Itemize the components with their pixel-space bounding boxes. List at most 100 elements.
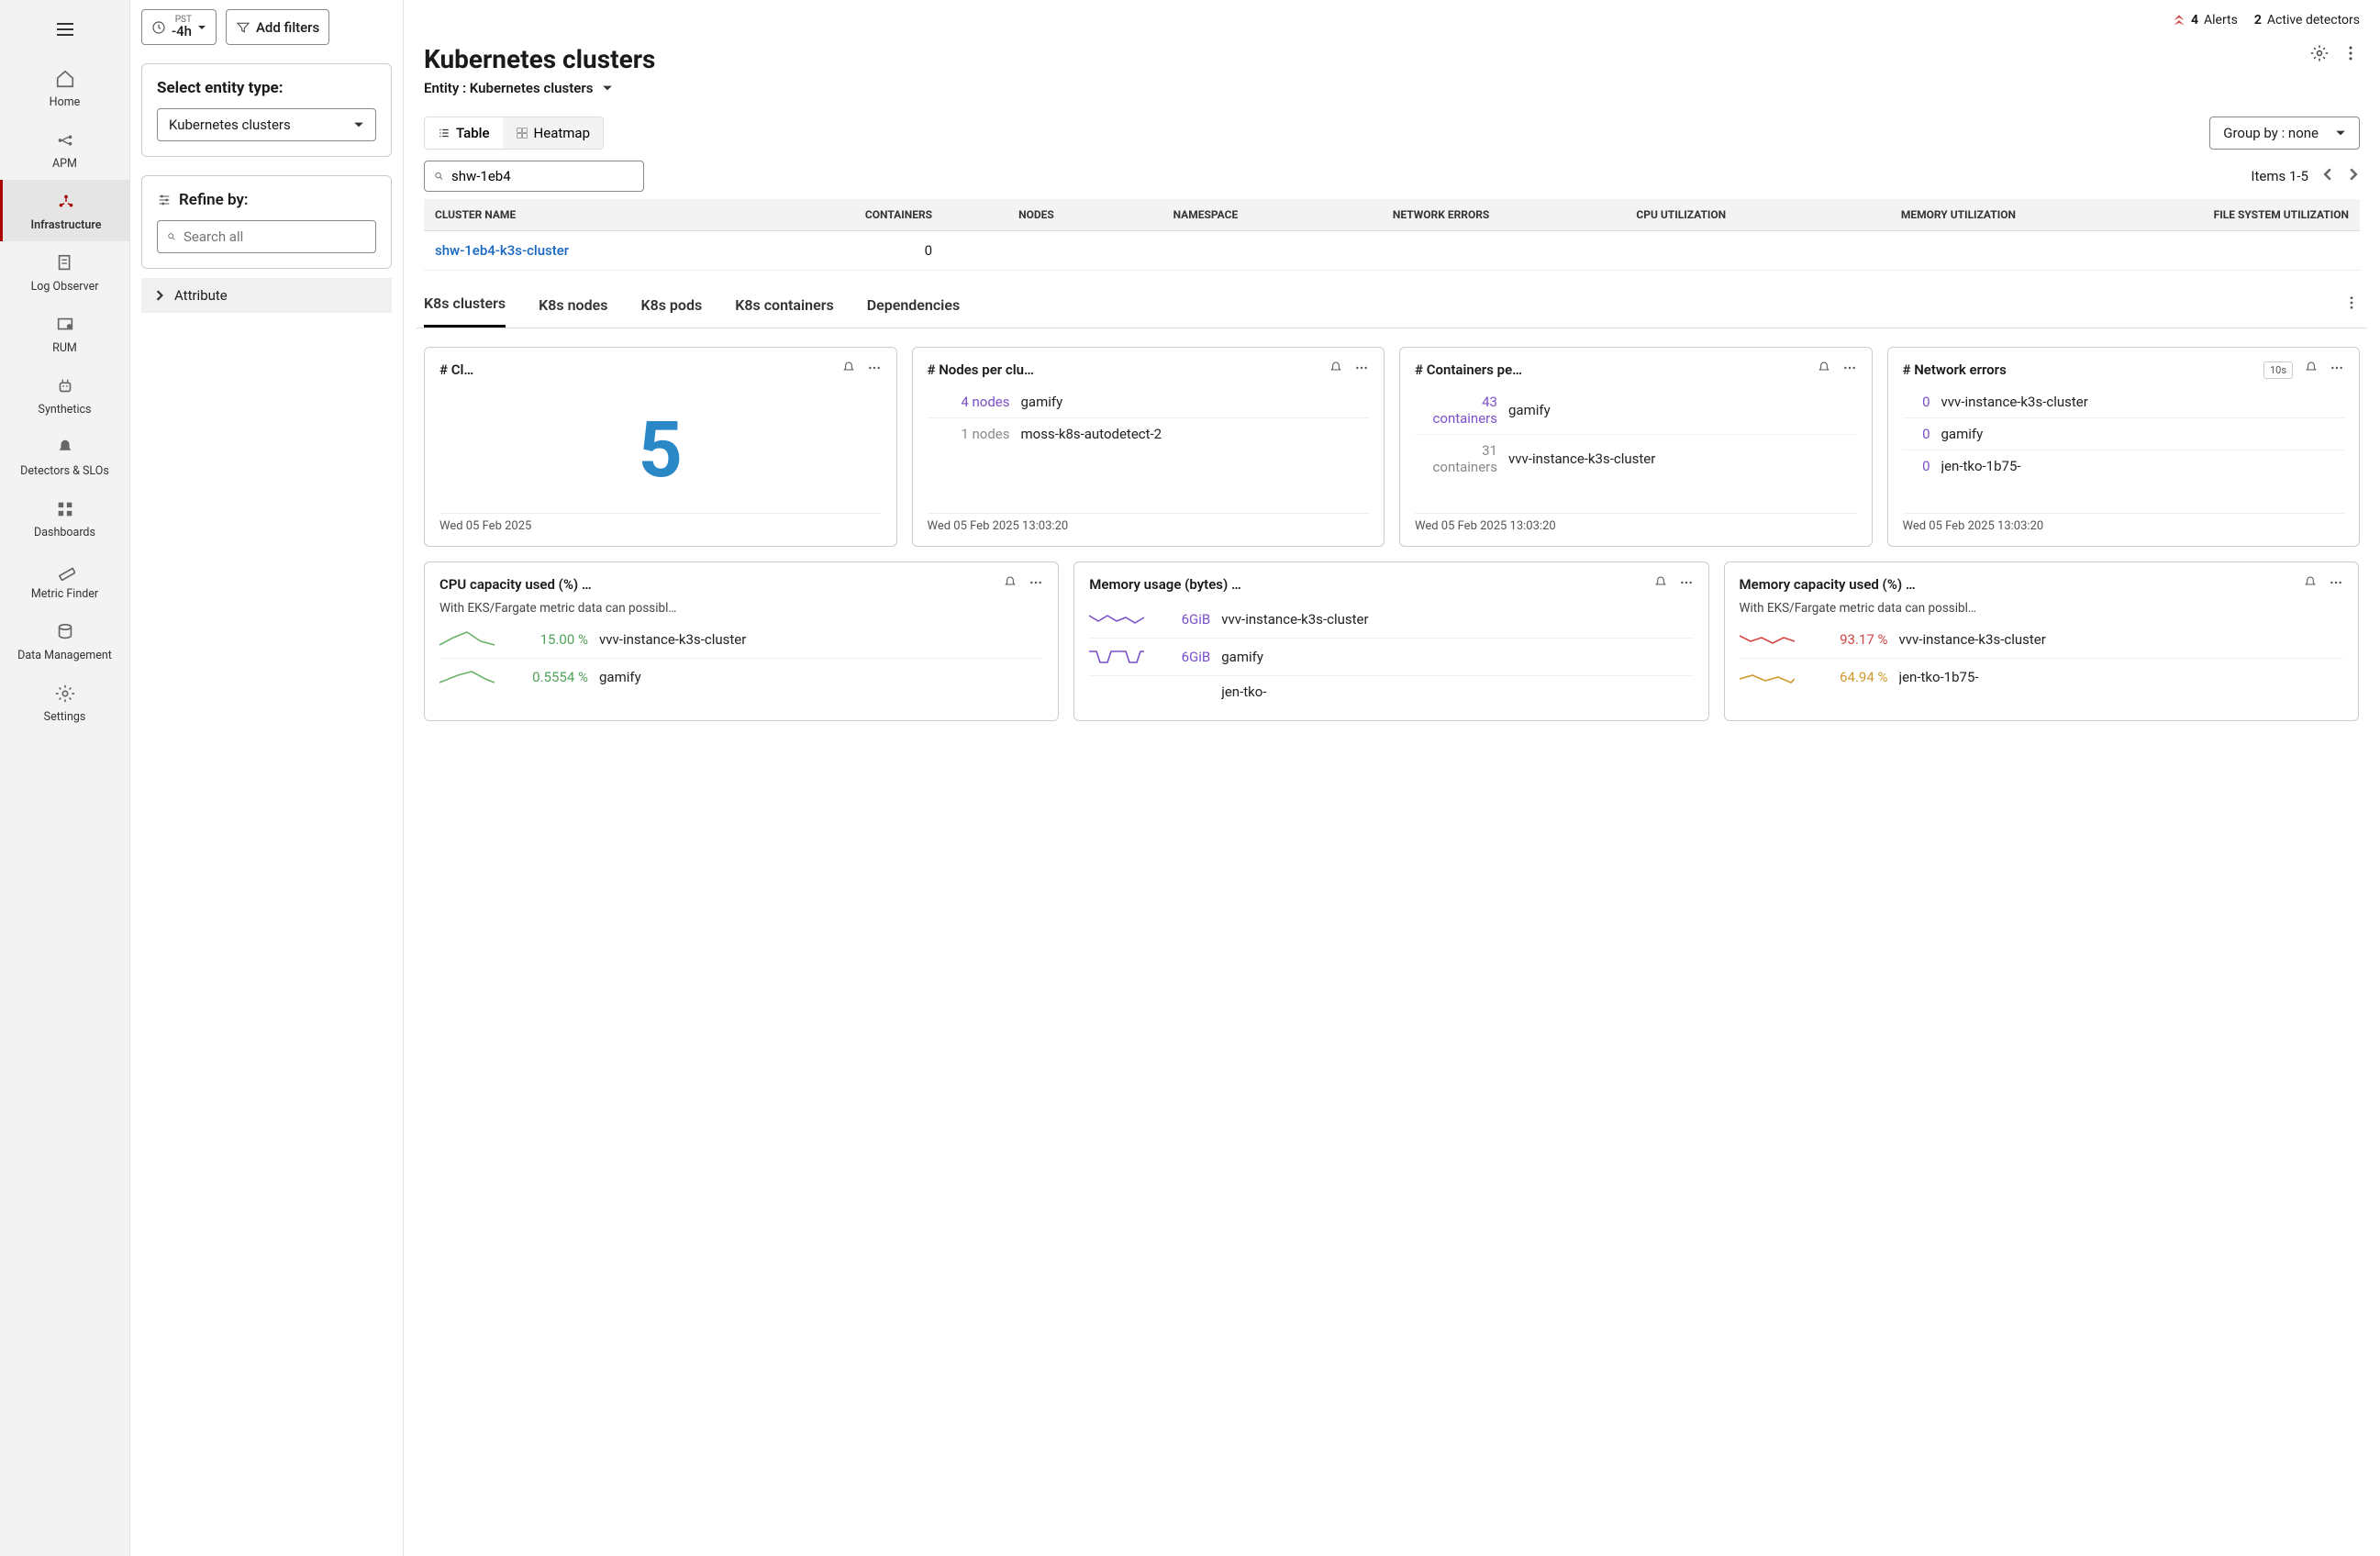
tab-k8s-pods[interactable]: K8s pods bbox=[640, 296, 702, 327]
cell-neterr bbox=[1249, 231, 1500, 271]
cell-cpu bbox=[1500, 231, 1737, 271]
clock-icon bbox=[151, 20, 166, 35]
sidebar-item-settings[interactable]: Settings bbox=[0, 672, 129, 733]
more-icon[interactable] bbox=[2330, 361, 2344, 379]
more-icon[interactable] bbox=[867, 361, 882, 379]
stat-label: jen-tko-1b75- bbox=[1899, 669, 2343, 685]
entity-select[interactable]: Kubernetes clusters bbox=[157, 108, 376, 141]
refine-search-input[interactable] bbox=[184, 228, 366, 245]
sidebar-item-dashboards[interactable]: Dashboards bbox=[0, 487, 129, 549]
refine-header: Refine by: bbox=[157, 191, 376, 209]
stat-val: 15.00 % bbox=[506, 631, 588, 648]
settings-gear-icon[interactable] bbox=[2310, 44, 2329, 66]
stat-row: 0 vvv-instance-k3s-cluster bbox=[1903, 386, 2345, 418]
stat-row: 0 jen-tko-1b75- bbox=[1903, 450, 2345, 482]
stat-label: jen-tko- bbox=[1221, 684, 1693, 700]
card-memory-usage: Memory usage (bytes) … 6GiB vvv-instance… bbox=[1073, 561, 1708, 721]
bell-icon[interactable] bbox=[1817, 361, 1831, 379]
chevron-down-icon bbox=[602, 83, 613, 94]
stat-label: vvv-instance-k3s-cluster bbox=[1508, 450, 1857, 467]
bell-icon[interactable] bbox=[1003, 575, 1018, 594]
refine-search[interactable] bbox=[157, 220, 376, 253]
th-namespace[interactable]: NAMESPACE bbox=[1065, 199, 1249, 231]
cluster-search[interactable] bbox=[424, 161, 644, 192]
sidebar-item-data-management[interactable]: Data Management bbox=[0, 610, 129, 672]
sidebar-item-infrastructure[interactable]: Infrastructure bbox=[0, 180, 129, 241]
groupby-button[interactable]: Group by : none bbox=[2209, 117, 2360, 150]
time-range-label: -4h bbox=[172, 25, 192, 39]
sidebar-item-rum[interactable]: RUM bbox=[0, 303, 129, 364]
th-cluster-name[interactable]: CLUSTER NAME bbox=[424, 199, 754, 231]
tab-k8s-clusters[interactable]: K8s clusters bbox=[424, 295, 506, 328]
bell-icon[interactable] bbox=[2303, 575, 2318, 594]
sidebar-item-synthetics[interactable]: Synthetics bbox=[0, 364, 129, 426]
synthetics-icon bbox=[55, 373, 75, 399]
sidebar-item-metric-finder[interactable]: Metric Finder bbox=[0, 549, 129, 610]
sidebar-label: RUM bbox=[52, 341, 77, 355]
stat-label: gamify bbox=[1941, 426, 2345, 442]
card-footer: Wed 05 Feb 2025 13:03:20 bbox=[1903, 513, 2345, 533]
more-icon[interactable] bbox=[2329, 575, 2343, 594]
bell-icon[interactable] bbox=[2304, 361, 2319, 379]
tab-more-icon[interactable] bbox=[2343, 295, 2360, 328]
cluster-count: 5 bbox=[439, 386, 882, 513]
more-vertical-icon[interactable] bbox=[2341, 44, 2360, 66]
detectors-indicator[interactable]: 2 Active detectors bbox=[2254, 13, 2360, 28]
stat-row: 15.00 % vvv-instance-k3s-cluster bbox=[439, 621, 1043, 659]
more-icon[interactable] bbox=[1679, 575, 1694, 594]
sidebar-label: Log Observer bbox=[31, 280, 99, 294]
more-icon[interactable] bbox=[1354, 361, 1369, 379]
card-network-errors: # Network errors 10s 0 vvv-instance-k3s-… bbox=[1887, 347, 2361, 547]
cluster-search-input[interactable] bbox=[451, 168, 634, 184]
tab-k8s-nodes[interactable]: K8s nodes bbox=[539, 296, 607, 327]
bell-icon[interactable] bbox=[1653, 575, 1668, 594]
stat-val: 93.17 % bbox=[1806, 631, 1888, 648]
entity-breadcrumb[interactable]: Entity : Kubernetes clusters bbox=[424, 80, 655, 96]
tab-k8s-containers[interactable]: K8s containers bbox=[735, 296, 833, 327]
filter-icon bbox=[236, 20, 250, 35]
card-memory-capacity: Memory capacity used (%) … With EKS/Farg… bbox=[1724, 561, 2359, 721]
attribute-row[interactable]: Attribute bbox=[141, 278, 392, 313]
hamburger-icon[interactable] bbox=[47, 11, 83, 48]
alerts-indicator[interactable]: 4 Alerts bbox=[2173, 13, 2238, 28]
tab-dependencies[interactable]: Dependencies bbox=[867, 296, 960, 327]
sidebar-item-home[interactable]: Home bbox=[0, 57, 129, 118]
bell-icon[interactable] bbox=[841, 361, 856, 379]
view-table-button[interactable]: Table bbox=[425, 117, 503, 149]
sidebar-item-detectors[interactable]: Detectors & SLOs bbox=[0, 426, 129, 487]
stat-label: vvv-instance-k3s-cluster bbox=[1899, 631, 2343, 648]
time-range-button[interactable]: PST -4h bbox=[141, 9, 217, 45]
bell-icon[interactable] bbox=[1329, 361, 1343, 379]
apm-icon bbox=[55, 128, 75, 153]
card-containers-per: # Containers pe… 43 containers gamify 31… bbox=[1399, 347, 1873, 547]
stat-row: 4 nodes gamify bbox=[928, 386, 1370, 418]
card-title: Memory usage (bytes) … bbox=[1089, 576, 1652, 593]
view-table-label: Table bbox=[456, 125, 490, 141]
pager-prev[interactable] bbox=[2321, 168, 2334, 184]
controls-row: Table Heatmap Group by : none bbox=[417, 106, 2367, 161]
main-content: 4 Alerts 2 Active detectors Kubernetes c… bbox=[404, 0, 2380, 1556]
entity-value: Kubernetes clusters bbox=[169, 117, 291, 133]
th-neterr[interactable]: NETWORK ERRORS bbox=[1249, 199, 1500, 231]
th-mem[interactable]: MEMORY UTILIZATION bbox=[1737, 199, 2027, 231]
cluster-name-link[interactable]: shw-1eb4-k3s-cluster bbox=[435, 242, 569, 259]
pager-next[interactable] bbox=[2347, 168, 2360, 184]
table-row: shw-1eb4-k3s-cluster 0 bbox=[424, 231, 2360, 271]
sparkline bbox=[1089, 646, 1144, 668]
sidebar-label: Settings bbox=[44, 710, 86, 724]
view-heatmap-button[interactable]: Heatmap bbox=[503, 117, 603, 149]
cards-grid: # Cl… 5 Wed 05 Feb 2025 # Nodes per clu… bbox=[417, 328, 2367, 739]
sidebar-item-apm[interactable]: APM bbox=[0, 118, 129, 180]
add-filters-button[interactable]: Add filters bbox=[226, 9, 329, 45]
card-nodes-per-cluster: # Nodes per clu… 4 nodes gamify 1 nodes … bbox=[912, 347, 1385, 547]
sidebar-item-log-observer[interactable]: Log Observer bbox=[0, 241, 129, 303]
more-icon[interactable] bbox=[1029, 575, 1043, 594]
th-cpu[interactable]: CPU UTILIZATION bbox=[1500, 199, 1737, 231]
th-fs[interactable]: FILE SYSTEM UTILIZATION bbox=[2027, 199, 2360, 231]
th-containers[interactable]: CONTAINERS bbox=[754, 199, 943, 231]
th-nodes[interactable]: NODES bbox=[943, 199, 1065, 231]
more-icon[interactable] bbox=[1842, 361, 1857, 379]
chevron-down-icon bbox=[2335, 128, 2346, 139]
sidebar-label: Infrastructure bbox=[31, 218, 102, 232]
stat-row: 1 nodes moss-k8s-autodetect-2 bbox=[928, 418, 1370, 450]
